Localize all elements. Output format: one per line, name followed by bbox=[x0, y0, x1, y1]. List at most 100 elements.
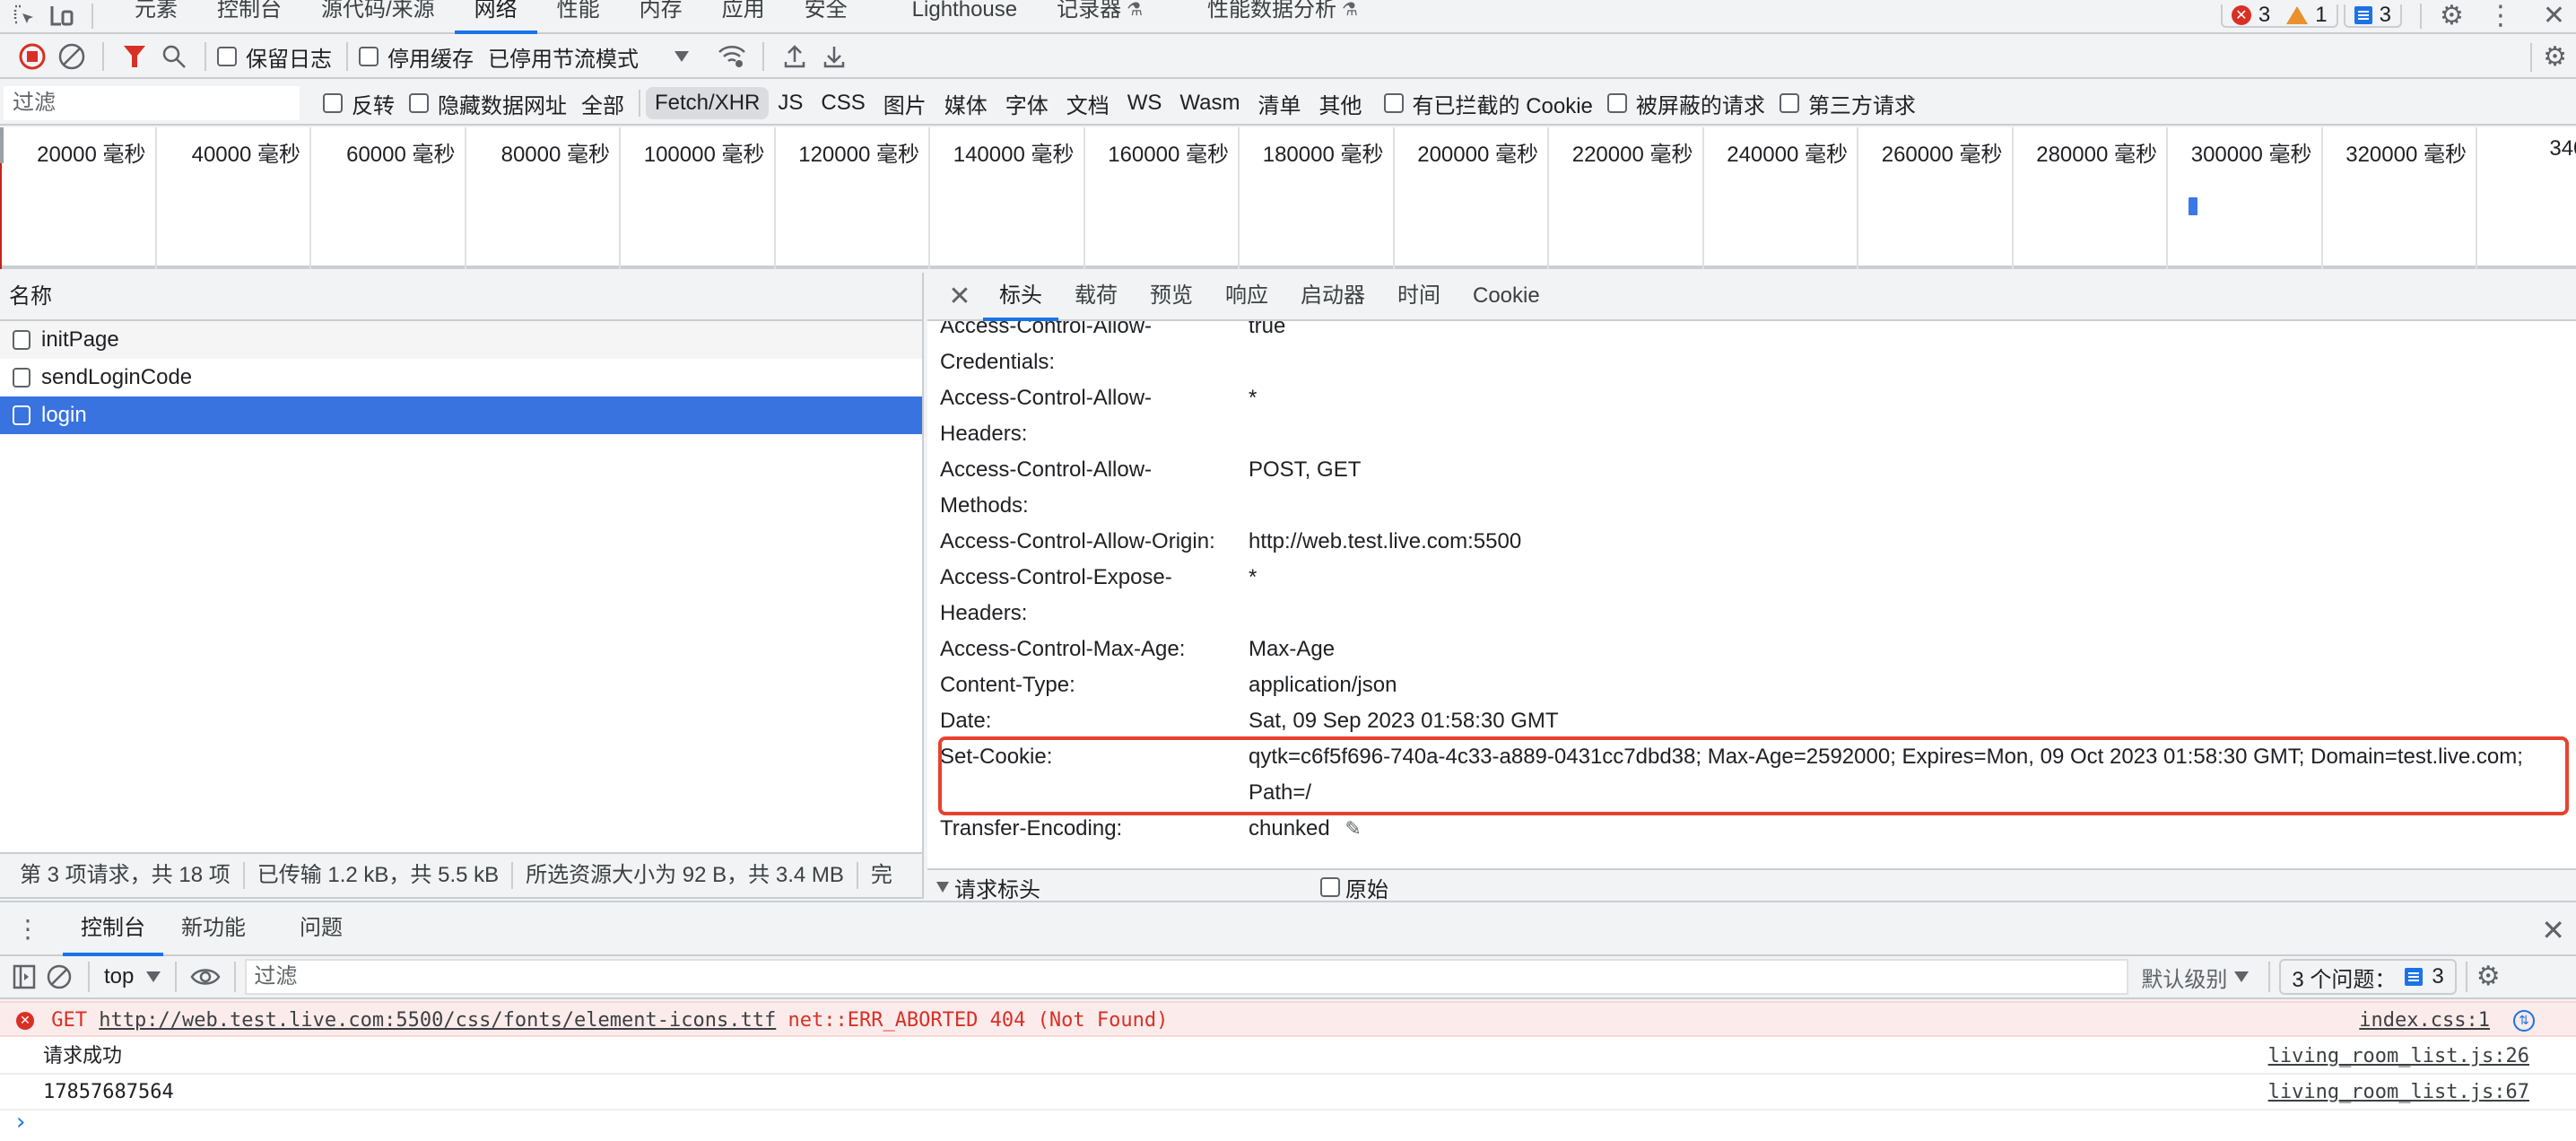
close-drawer-icon[interactable]: ✕ bbox=[2541, 913, 2565, 947]
invert-checkbox[interactable] bbox=[323, 93, 343, 113]
filter-funnel-icon[interactable] bbox=[115, 39, 154, 74]
tab-lighthouse[interactable]: Lighthouse bbox=[892, 0, 1037, 32]
timeline-gridline bbox=[1857, 127, 1858, 269]
blocked-requests-checkbox[interactable] bbox=[1606, 93, 1627, 113]
request-row-selected[interactable]: login bbox=[0, 396, 922, 434]
type-filter-css[interactable]: CSS bbox=[812, 87, 874, 119]
live-expression-eye-icon[interactable] bbox=[186, 966, 225, 988]
error-warning-badge[interactable]: ✕ 3 1 bbox=[2220, 3, 2338, 28]
header-row: Content-Type: application/json bbox=[940, 667, 2563, 703]
issues-button[interactable]: 3 个问题： 3 bbox=[2279, 959, 2457, 995]
tab-timing[interactable]: 时间 bbox=[1381, 273, 1457, 319]
preserve-log-checkbox[interactable] bbox=[217, 47, 237, 66]
console-log-message: 请求成功 living_room_list.js:26 bbox=[0, 1039, 2576, 1075]
type-filter-media[interactable]: 媒体 bbox=[936, 84, 996, 123]
tab-network[interactable]: 网络 bbox=[454, 0, 537, 34]
stop-recording-button[interactable] bbox=[13, 39, 52, 74]
filter-input[interactable] bbox=[4, 86, 300, 120]
third-party-checkbox[interactable] bbox=[1779, 93, 1799, 113]
request-headers-section[interactable]: 请求标头 原始 bbox=[927, 868, 2576, 904]
tab-security[interactable]: 安全 bbox=[785, 0, 867, 32]
timeline-selection-handle[interactable] bbox=[0, 127, 4, 163]
search-icon[interactable] bbox=[154, 39, 194, 74]
type-filter-wasm[interactable]: Wasm bbox=[1171, 87, 1249, 119]
status-finish: 完 bbox=[870, 863, 892, 887]
blocked-cookies-checkbox[interactable] bbox=[1383, 93, 1404, 113]
tab-memory[interactable]: 内存 bbox=[620, 0, 702, 32]
export-har-download-icon[interactable] bbox=[814, 39, 854, 74]
error-url-link[interactable]: http://web.test.live.com:5500/css/fonts/… bbox=[99, 1009, 776, 1032]
tab-payload[interactable]: 载荷 bbox=[1058, 273, 1134, 319]
hide-data-urls-checkbox[interactable] bbox=[409, 93, 429, 113]
tab-performance[interactable]: 性能 bbox=[537, 0, 620, 32]
source-link[interactable]: index.css:1 bbox=[2359, 1003, 2490, 1039]
drawer-tab-issues[interactable]: 问题 bbox=[282, 902, 361, 954]
divider bbox=[205, 42, 206, 71]
source-link[interactable]: living_room_list.js:67 bbox=[2268, 1075, 2529, 1111]
type-filter-font[interactable]: 字体 bbox=[996, 84, 1057, 123]
tab-console[interactable]: 控制台 bbox=[197, 0, 301, 32]
edit-pencil-icon[interactable]: ✎ bbox=[1345, 811, 1361, 847]
tab-preview[interactable]: 预览 bbox=[1134, 273, 1209, 319]
type-filter-manifest[interactable]: 清单 bbox=[1249, 84, 1310, 123]
network-conditions-wifi-icon[interactable] bbox=[712, 39, 752, 74]
type-filter-img[interactable]: 图片 bbox=[875, 84, 936, 123]
clear-console-icon[interactable] bbox=[39, 963, 79, 990]
show-sidebar-icon[interactable] bbox=[9, 964, 39, 989]
type-filter-fetch-xhr[interactable]: Fetch/XHR bbox=[646, 87, 770, 119]
timeline-gridline bbox=[1701, 127, 1704, 269]
raw-checkbox[interactable] bbox=[1320, 877, 1340, 897]
tab-response[interactable]: 响应 bbox=[1209, 273, 1284, 319]
context-select[interactable]: top bbox=[104, 964, 161, 989]
chevron-down-icon bbox=[674, 51, 689, 62]
throttling-select[interactable]: 已停用节流模式 bbox=[488, 41, 689, 73]
drawer-tab-whats-new[interactable]: 新功能 bbox=[163, 902, 264, 954]
request-type-icon bbox=[13, 330, 30, 350]
type-filter-all[interactable]: 全部 bbox=[581, 84, 633, 123]
network-settings-gear-icon[interactable]: ⚙ bbox=[2543, 44, 2567, 71]
console-prompt-icon[interactable]: › bbox=[16, 1109, 25, 1136]
console-settings-gear-icon[interactable]: ⚙ bbox=[2476, 963, 2501, 990]
more-options-icon[interactable]: ⋮ bbox=[2487, 3, 2514, 30]
tab-application[interactable]: 应用 bbox=[702, 0, 785, 32]
tab-cookies[interactable]: Cookie bbox=[1457, 273, 1556, 319]
log-level-select[interactable]: 默认级别 bbox=[2141, 962, 2250, 993]
network-request-icon[interactable]: ⇅ bbox=[2513, 1010, 2535, 1032]
tab-initiator[interactable]: 启动器 bbox=[1284, 273, 1381, 319]
type-filter-doc[interactable]: 文档 bbox=[1057, 84, 1118, 123]
tab-elements[interactable]: 元素 bbox=[115, 0, 197, 32]
chevron-down-icon bbox=[2234, 971, 2250, 982]
drawer-menu-icon[interactable]: ⋮ bbox=[14, 914, 41, 944]
disable-cache-checkbox[interactable] bbox=[359, 47, 379, 66]
source-link[interactable]: living_room_list.js:26 bbox=[2268, 1039, 2529, 1075]
request-row[interactable]: sendLoginCode bbox=[0, 359, 922, 396]
drawer-tab-console[interactable]: 控制台 bbox=[63, 902, 163, 956]
type-filter-ws[interactable]: WS bbox=[1118, 87, 1171, 119]
tab-performance-insights[interactable]: 性能数据分析 ⚗ bbox=[1188, 0, 1378, 32]
settings-gear-icon[interactable]: ⚙ bbox=[2440, 3, 2464, 30]
tab-sources[interactable]: 源代码/来源 bbox=[301, 0, 455, 32]
device-toolbar-icon[interactable] bbox=[43, 1, 79, 31]
network-overview-timeline[interactable]: 20000 毫秒 40000 毫秒 60000 毫秒 80000 毫秒 100000 毫… bbox=[0, 127, 2576, 269]
divider bbox=[2465, 962, 2467, 992]
timeline-gridline bbox=[773, 127, 776, 269]
log-level-value: 默认级别 bbox=[2141, 967, 2228, 992]
header-row: Access-Control-Max-Age: Max-Age bbox=[940, 631, 2563, 667]
type-filter-js[interactable]: JS bbox=[769, 87, 812, 119]
console-messages: ✕ GET http://web.test.live.com:5500/css/… bbox=[0, 1001, 2576, 1141]
tab-headers[interactable]: 标头 bbox=[983, 273, 1058, 321]
column-header-name[interactable]: 名称 bbox=[0, 273, 922, 321]
tab-recorder[interactable]: 记录器 ⚗ bbox=[1037, 0, 1162, 32]
clear-button[interactable] bbox=[52, 39, 91, 74]
close-devtools-icon[interactable]: ✕ bbox=[2543, 3, 2565, 30]
warning-icon bbox=[2286, 6, 2309, 24]
issues-badge[interactable]: 3 bbox=[2343, 3, 2402, 28]
close-details-icon[interactable]: ✕ bbox=[942, 281, 978, 312]
console-filter-input[interactable] bbox=[245, 959, 2129, 995]
network-toolbar: 保留日志 停用缓存 已停用节流模式 ⚙ bbox=[0, 36, 2576, 79]
inspect-element-icon[interactable] bbox=[7, 1, 43, 31]
devtools-tab-bar: 元素 控制台 源代码/来源 网络 性能 内存 应用 安全 Lighthouse … bbox=[0, 0, 2576, 34]
type-filter-other[interactable]: 其他 bbox=[1310, 84, 1371, 123]
request-row[interactable]: initPage bbox=[0, 321, 922, 359]
import-har-upload-icon[interactable] bbox=[775, 39, 814, 74]
